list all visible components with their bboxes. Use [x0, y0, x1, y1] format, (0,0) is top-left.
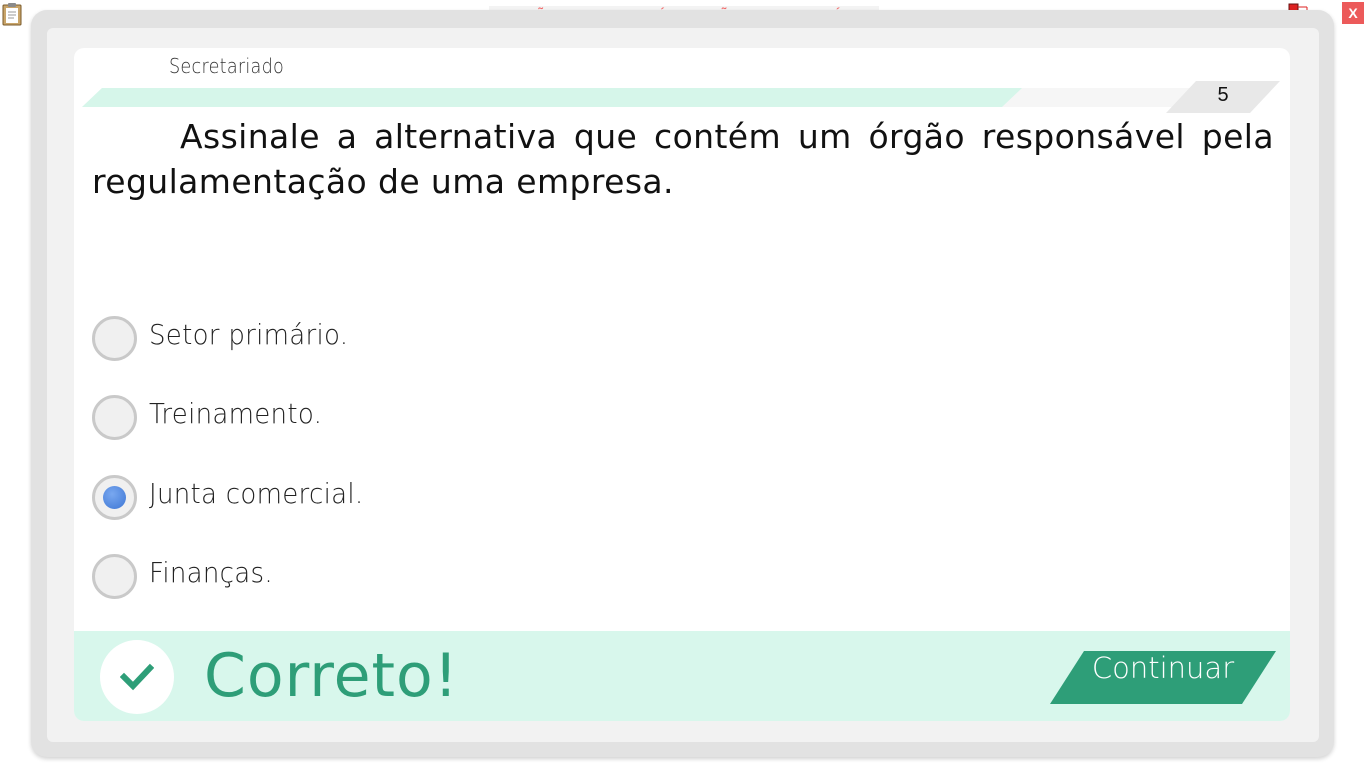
option-3[interactable]: Junta comercial. — [92, 475, 692, 521]
option-1[interactable]: Setor primário. — [92, 316, 692, 362]
check-icon — [100, 640, 174, 714]
radio-selected-dot — [103, 486, 126, 509]
question-number: 5 — [1217, 84, 1229, 106]
option-4[interactable]: Finanças. — [92, 554, 692, 600]
clipboard-icon[interactable] — [2, 2, 22, 26]
radio-button[interactable] — [92, 316, 137, 361]
radio-button[interactable] — [92, 554, 137, 599]
option-label[interactable]: Setor primário. — [149, 318, 348, 351]
progress-fill — [82, 88, 1022, 107]
radio-button[interactable] — [92, 395, 137, 440]
continue-button[interactable]: Continuar — [1050, 651, 1276, 704]
feedback-bar: Correto! Continuar — [74, 631, 1290, 721]
radio-button[interactable] — [92, 475, 137, 520]
option-label[interactable]: Treinamento. — [149, 397, 322, 430]
question-text: Assinale a alternativa que contém um órg… — [92, 117, 1274, 201]
close-button[interactable]: X — [1342, 2, 1364, 24]
subject-title: Secretariado — [169, 54, 285, 78]
question-card: Secretariado 5 Assinale a alternativa qu… — [74, 48, 1290, 721]
option-2[interactable]: Treinamento. — [92, 395, 692, 441]
option-label[interactable]: Finanças. — [149, 556, 273, 589]
option-label[interactable]: Junta comercial. — [149, 477, 363, 510]
feedback-status: Correto! — [204, 641, 459, 711]
